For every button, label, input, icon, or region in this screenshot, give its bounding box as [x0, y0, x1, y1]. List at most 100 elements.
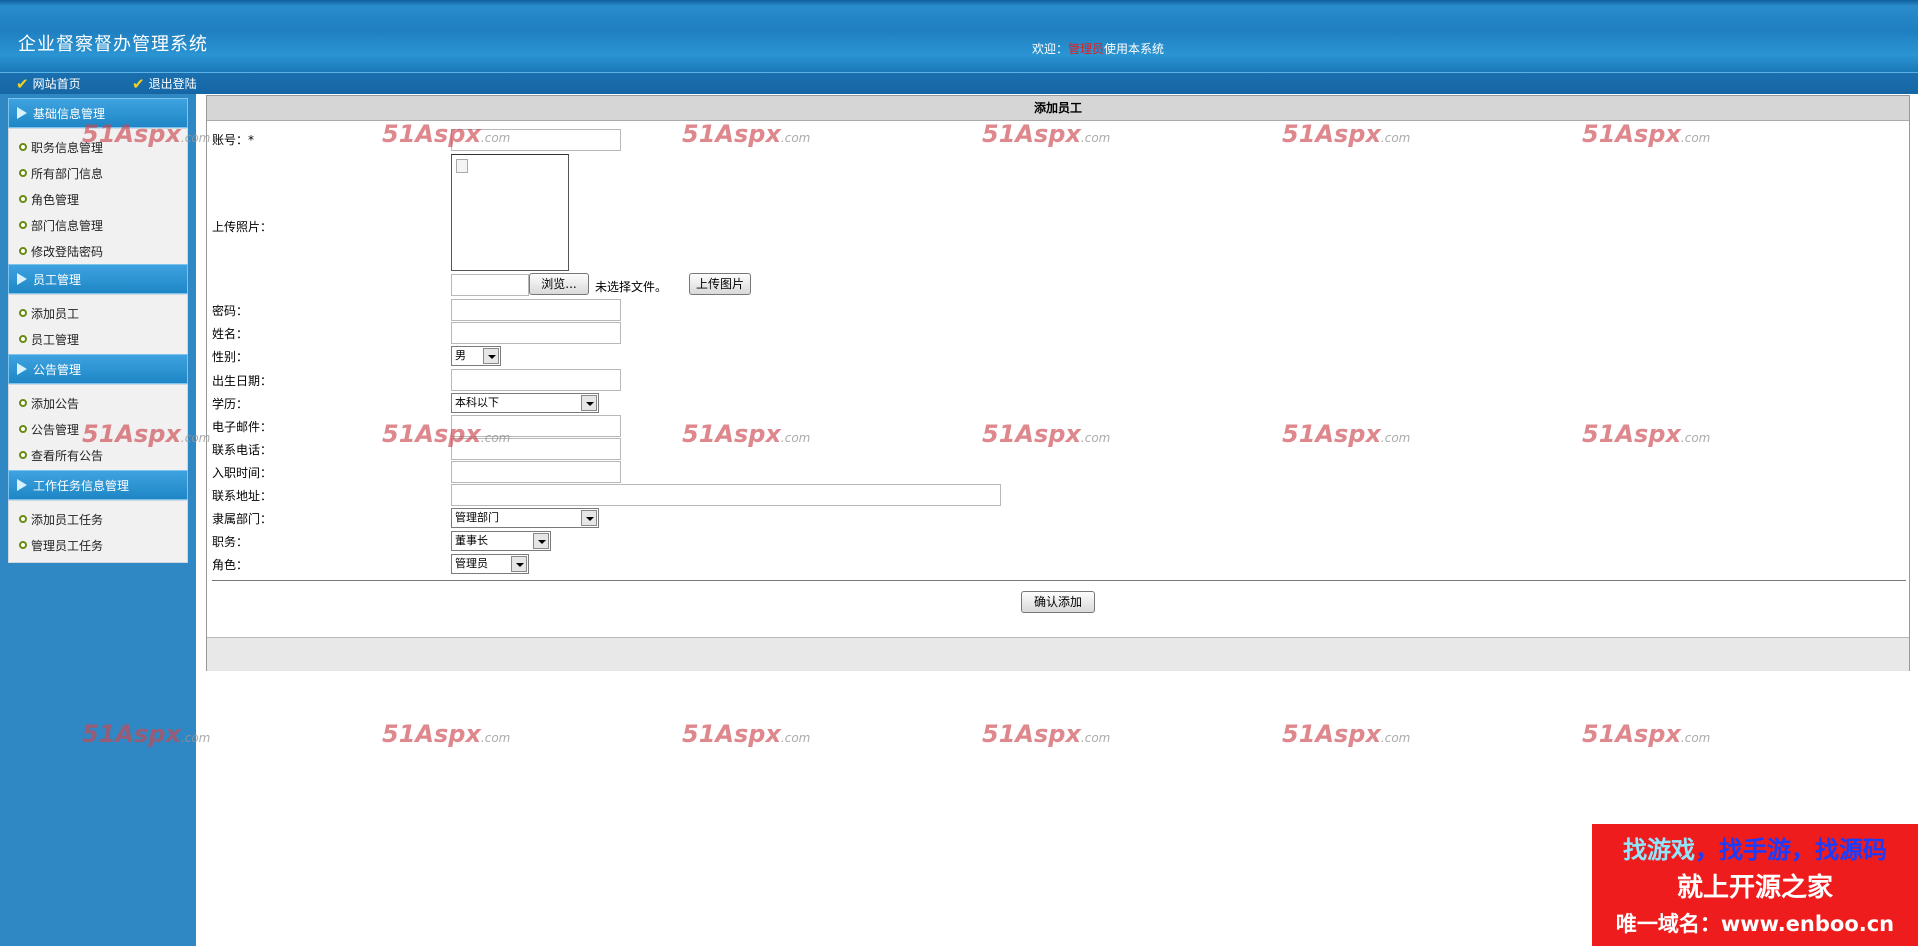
menu-group-title: 公告管理 [33, 362, 82, 377]
address-label: 联系地址： [212, 489, 273, 503]
sidebar-item-notice-management[interactable]: 公告管理 [9, 416, 187, 442]
account-label: 账号：* [212, 133, 255, 147]
sidebar-item-label: 部门信息管理 [31, 218, 104, 233]
menu-group-notice: 公告管理 添加公告 公告管理 查看所有公告 [8, 354, 188, 473]
birthdate-label: 出生日期： [212, 374, 273, 388]
menu-group-header[interactable]: 公告管理 [8, 354, 188, 384]
welcome-message: 欢迎：管理员使用本系统 [1032, 40, 1164, 57]
sidebar-item-add-notice[interactable]: 添加公告 [9, 390, 187, 416]
department-select[interactable]: 管理部门 [451, 508, 599, 528]
ad-line-1-part-a: 找游戏 [1623, 836, 1695, 864]
education-label: 学历： [212, 397, 249, 411]
panel-footer [207, 637, 1909, 671]
bullet-icon [19, 399, 27, 407]
bullet-icon [19, 335, 27, 343]
ad-line-1: 找游戏，找手游，找源码 [1592, 830, 1918, 865]
menu-group-employee: 员工管理 添加员工 员工管理 [8, 264, 188, 357]
app-title: 企业督察督办管理系统 [18, 34, 208, 55]
menu-group-basic-info: 基础信息管理 职务信息管理 所有部门信息 角色管理 部门信息管理 修改登陆密码 [8, 98, 188, 269]
hire-date-label: 入职时间： [212, 466, 273, 480]
password-label: 密码： [212, 304, 249, 318]
top-nav: ✔ 网站首页 ✔ 退出登陆 [0, 72, 1918, 94]
sidebar-item-role-management[interactable]: 角色管理 [9, 186, 187, 212]
home-link[interactable]: ✔ 网站首页 [16, 75, 81, 92]
add-employee-panel: 添加员工 账号：* 上传照片： 浏览... 未选择文件。 上传图片 密码： 姓名… [206, 95, 1910, 671]
hire-date-input[interactable] [451, 461, 621, 483]
menu-group-header[interactable]: 工作任务信息管理 [8, 470, 188, 500]
confirm-add-button[interactable]: 确认添加 [1021, 591, 1095, 613]
menu-group-title: 工作任务信息管理 [33, 478, 130, 493]
sidebar-item-position-info[interactable]: 职务信息管理 [9, 134, 187, 160]
bullet-icon [19, 541, 27, 549]
home-link-label: 网站首页 [32, 77, 81, 91]
browse-button[interactable]: 浏览... [529, 273, 589, 295]
bullet-icon [19, 425, 27, 433]
address-input[interactable] [451, 484, 1001, 506]
menu-group-title: 员工管理 [33, 272, 82, 287]
sidebar-item-department-info[interactable]: 部门信息管理 [9, 212, 187, 238]
phone-label: 联系电话： [212, 443, 273, 457]
arrow-right-icon [17, 107, 27, 119]
email-input[interactable] [451, 415, 621, 437]
sidebar-item-label: 公告管理 [31, 422, 80, 437]
sidebar-item-label: 职务信息管理 [31, 140, 104, 155]
bullet-icon [19, 515, 27, 523]
menu-group-items: 添加员工任务 管理员工任务 [8, 500, 188, 563]
sidebar-item-label: 管理员工任务 [31, 538, 104, 553]
role-label: 角色： [212, 558, 249, 572]
menu-group-title: 基础信息管理 [33, 106, 106, 121]
welcome-prefix: 欢迎： [1032, 42, 1069, 56]
welcome-suffix: 使用本系统 [1104, 42, 1165, 56]
bullet-icon [19, 143, 27, 151]
email-label: 电子邮件： [212, 420, 273, 434]
bullet-icon [19, 169, 27, 177]
photo-preview [451, 154, 569, 271]
sidebar-item-label: 所有部门信息 [31, 166, 104, 181]
sidebar-item-add-task[interactable]: 添加员工任务 [9, 506, 187, 532]
sidebar-item-add-employee[interactable]: 添加员工 [9, 300, 187, 326]
sidebar-item-label: 员工管理 [31, 332, 80, 347]
sidebar-item-change-password[interactable]: 修改登陆密码 [9, 238, 187, 264]
watermark-logo: 51Aspx.com [382, 720, 511, 748]
arrow-right-icon [17, 363, 27, 375]
dropdown-arrow-icon [483, 348, 499, 364]
checkmark-icon: ✔ [132, 74, 145, 93]
name-input[interactable] [451, 322, 621, 344]
watermark-logo: 51Aspx.com [682, 720, 811, 748]
broken-image-icon [456, 159, 468, 173]
sidebar-item-manage-tasks[interactable]: 管理员工任务 [9, 532, 187, 558]
menu-group-items: 添加公告 公告管理 查看所有公告 [8, 384, 188, 473]
education-select[interactable]: 本科以下 [451, 393, 599, 413]
menu-group-task: 工作任务信息管理 添加员工任务 管理员工任务 [8, 470, 188, 563]
sidebar-item-all-departments[interactable]: 所有部门信息 [9, 160, 187, 186]
department-label: 隶属部门： [212, 512, 273, 526]
phone-input[interactable] [451, 438, 621, 460]
gender-select[interactable]: 男 [451, 346, 501, 366]
sidebar-item-label: 添加公告 [31, 396, 80, 411]
sidebar-item-label: 添加员工 [31, 306, 80, 321]
account-input[interactable] [451, 129, 621, 151]
menu-group-header[interactable]: 员工管理 [8, 264, 188, 294]
upload-image-button[interactable]: 上传图片 [689, 273, 751, 295]
panel-title: 添加员工 [207, 96, 1909, 121]
birthdate-input[interactable] [451, 369, 621, 391]
menu-group-header[interactable]: 基础信息管理 [8, 98, 188, 128]
dropdown-arrow-icon [511, 556, 527, 572]
password-input[interactable] [451, 299, 621, 321]
sidebar-item-label: 角色管理 [31, 192, 80, 207]
sidebar-item-view-all-notices[interactable]: 查看所有公告 [9, 442, 187, 468]
bullet-icon [19, 451, 27, 459]
position-select[interactable]: 董事长 [451, 531, 551, 551]
position-value: 董事长 [455, 534, 488, 547]
gender-value: 男 [455, 349, 466, 362]
file-path-input[interactable] [451, 274, 529, 296]
role-select[interactable]: 管理员 [451, 554, 529, 574]
header-bar: 企业督察督办管理系统 欢迎：管理员使用本系统 [0, 0, 1918, 72]
sidebar-item-employee-management[interactable]: 员工管理 [9, 326, 187, 352]
ad-banner[interactable]: 找游戏，找手游，找源码 就上开源之家 唯一域名：www.enboo.cn [1592, 824, 1918, 946]
sidebar: 基础信息管理 职务信息管理 所有部门信息 角色管理 部门信息管理 修改登陆密码 … [0, 94, 196, 946]
education-value: 本科以下 [455, 396, 499, 409]
dropdown-arrow-icon [533, 533, 549, 549]
dropdown-arrow-icon [581, 510, 597, 526]
logout-link[interactable]: ✔ 退出登陆 [132, 75, 197, 92]
